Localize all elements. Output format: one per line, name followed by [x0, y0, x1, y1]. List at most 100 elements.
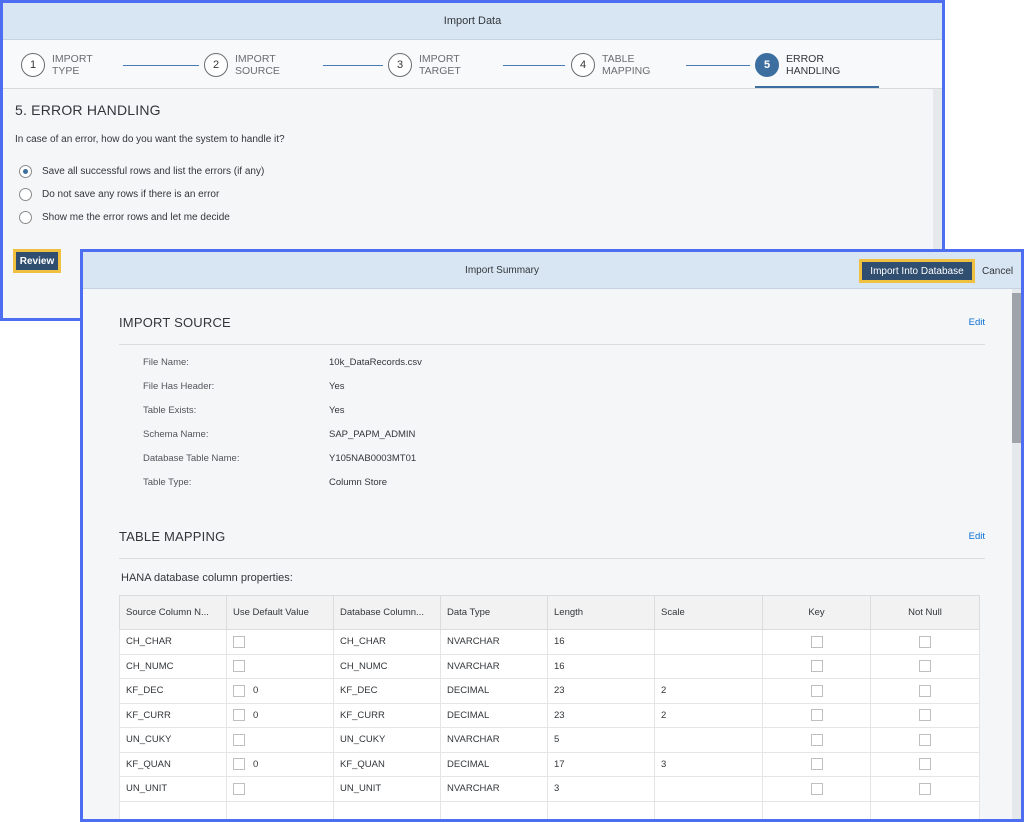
step-error-handling[interactable]: 5 ERROR HANDLING — [755, 50, 856, 80]
column-header[interactable]: Length — [547, 595, 655, 630]
import-into-database-button[interactable]: Import Into Database — [859, 259, 975, 283]
step-number: 1 — [21, 53, 45, 77]
error-handling-question: In case of an error, how do you want the… — [15, 134, 285, 145]
column-header[interactable]: Data Type — [440, 595, 548, 630]
default-value: 0 — [253, 709, 259, 721]
not-null-cell — [870, 776, 980, 802]
step-number: 3 — [388, 53, 412, 77]
use-default-checkbox[interactable] — [233, 709, 245, 722]
field-label: Database Table Name: — [143, 453, 240, 464]
key-checkbox[interactable] — [810, 758, 823, 771]
step-import-source[interactable]: 2 IMPORT SOURCE — [204, 50, 305, 80]
not-null-checkbox[interactable] — [919, 660, 931, 673]
key-cell — [762, 678, 871, 704]
not-null-checkbox[interactable] — [919, 709, 931, 722]
option-label: Show me the error rows and let me decide — [42, 211, 230, 223]
option-save-successful[interactable]: Save all successful rows and list the er… — [15, 164, 942, 178]
empty-cell — [654, 800, 763, 819]
empty-cell — [333, 800, 441, 819]
field-value: Column Store — [329, 477, 388, 488]
scale-cell: 3 — [654, 751, 763, 777]
data-type-cell: NVARCHAR — [440, 653, 548, 679]
radio-icon[interactable] — [19, 210, 32, 224]
scrollbar-thumb[interactable] — [1012, 293, 1021, 443]
step-number: 5 — [755, 53, 779, 77]
column-mapping-table: Source Column N... Use Default Value Dat… — [119, 595, 980, 819]
step-number: 2 — [204, 53, 228, 77]
key-cell — [762, 751, 871, 777]
length-cell: 23 — [547, 702, 655, 728]
edit-table-mapping-link[interactable]: Edit — [969, 531, 985, 542]
review-button[interactable]: Review — [13, 249, 61, 273]
table-row: KF_DEC 0 KF_DEC DECIMAL 23 2 — [119, 678, 980, 704]
radio-selected-icon[interactable] — [19, 164, 32, 178]
column-header[interactable]: Key — [762, 595, 871, 630]
column-header[interactable]: Source Column N... — [119, 595, 227, 630]
key-checkbox[interactable] — [810, 684, 823, 697]
cancel-button[interactable]: Cancel — [982, 259, 1013, 283]
use-default-checkbox[interactable] — [233, 635, 245, 648]
column-header[interactable]: Use Default Value — [226, 595, 334, 630]
empty-cell — [762, 800, 871, 819]
option-show-error-rows[interactable]: Show me the error rows and let me decide — [15, 210, 942, 224]
key-checkbox[interactable] — [810, 733, 823, 746]
key-checkbox[interactable] — [810, 709, 823, 722]
active-step-indicator — [755, 86, 879, 88]
table-mapping-header: TABLE MAPPING Edit — [119, 528, 985, 559]
step-table-mapping[interactable]: 4 TABLE MAPPING — [571, 50, 672, 80]
use-default-checkbox[interactable] — [233, 684, 245, 697]
key-checkbox[interactable] — [810, 635, 823, 648]
error-handling-options: Save all successful rows and list the er… — [15, 164, 942, 224]
db-column-cell: UN_UNIT — [333, 776, 441, 802]
use-default-cell — [226, 727, 334, 753]
field-label: Table Type: — [143, 477, 192, 488]
step-import-type[interactable]: 1 IMPORT TYPE — [21, 50, 122, 80]
column-header[interactable]: Not Null — [870, 595, 980, 630]
option-do-not-save[interactable]: Do not save any rows if there is an erro… — [15, 187, 942, 201]
field-value: Yes — [329, 405, 345, 416]
table-row: CH_CHAR CH_CHAR NVARCHAR 16 — [119, 629, 980, 655]
data-type-cell: DECIMAL — [440, 702, 548, 728]
key-checkbox[interactable] — [810, 782, 823, 795]
not-null-checkbox[interactable] — [919, 782, 931, 795]
use-default-checkbox[interactable] — [233, 758, 245, 771]
not-null-checkbox[interactable] — [919, 635, 931, 648]
field-value: 10k_DataRecords.csv — [329, 357, 422, 368]
use-default-checkbox[interactable] — [233, 660, 245, 673]
length-cell: 17 — [547, 751, 655, 777]
key-checkbox[interactable] — [810, 660, 823, 673]
step-connector — [123, 65, 199, 66]
step-import-target[interactable]: 3 IMPORT TARGET — [388, 50, 489, 80]
length-cell: 5 — [547, 727, 655, 753]
db-column-cell: KF_QUAN — [333, 751, 441, 777]
data-type-cell: DECIMAL — [440, 678, 548, 704]
step-connector — [686, 65, 750, 66]
not-null-cell — [870, 653, 980, 679]
column-properties-label: HANA database column properties: — [121, 572, 293, 584]
field-label: Table Exists: — [143, 405, 197, 416]
column-header[interactable]: Scale — [654, 595, 763, 630]
use-default-checkbox[interactable] — [233, 733, 245, 746]
db-column-cell: CH_CHAR — [333, 629, 441, 655]
source-column-cell: UN_CUKY — [119, 727, 227, 753]
source-column-cell: KF_DEC — [119, 678, 227, 704]
import-source-heading: IMPORT SOURCE — [119, 315, 231, 330]
not-null-cell — [870, 727, 980, 753]
key-cell — [762, 653, 871, 679]
db-column-cell: KF_DEC — [333, 678, 441, 704]
not-null-checkbox[interactable] — [919, 733, 931, 746]
column-header[interactable]: Database Column... — [333, 595, 441, 630]
not-null-checkbox[interactable] — [919, 758, 931, 771]
use-default-cell — [226, 629, 334, 655]
edit-import-source-link[interactable]: Edit — [969, 317, 985, 328]
empty-cell — [119, 800, 227, 819]
use-default-checkbox[interactable] — [233, 782, 245, 795]
not-null-checkbox[interactable] — [919, 684, 931, 697]
wizard-step-bar: 1 IMPORT TYPE 2 IMPORT SOURCE 3 IMPORT TARG… — [3, 40, 942, 89]
radio-icon[interactable] — [19, 187, 32, 201]
default-value: 0 — [253, 758, 259, 770]
empty-cell — [440, 800, 548, 819]
source-column-cell: UN_UNIT — [119, 776, 227, 802]
use-default-cell — [226, 776, 334, 802]
option-label: Do not save any rows if there is an erro… — [42, 188, 220, 200]
